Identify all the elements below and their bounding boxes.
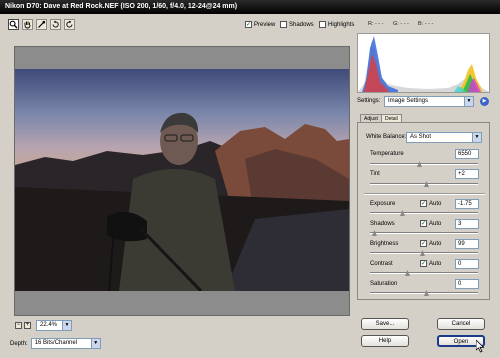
camera-raw-dialog: Nikon D70: Dave at Red Rock.NEF (ISO 200… [0,0,500,358]
brightness-auto-checkbox[interactable]: ✓ Auto [420,240,441,247]
mouse-cursor-icon [476,340,485,353]
shadows-value[interactable]: 3 [455,219,479,229]
rotate-left-icon [52,20,59,28]
contrast-value[interactable]: 0 [455,259,479,269]
help-button[interactable]: Help [361,335,409,347]
temperature-label: Temperature [370,151,404,157]
settings-select[interactable]: Image Settings ▼ [384,96,474,107]
settings-label: Settings: [357,98,381,104]
settings-menu-button[interactable]: ▶ [480,97,489,106]
depth-select[interactable]: 16 Bits/Channel ▼ [30,338,101,349]
exposure-auto-checkbox[interactable]: ✓ Auto [420,200,441,207]
shadows-label: Shadows [370,221,395,227]
rotate-right-icon [66,20,73,28]
preview-checkbox[interactable]: ✓ Preview [245,21,275,28]
slider-thumb[interactable] [424,290,429,296]
arrow-right-icon: ▶ [482,98,487,104]
photo-image [15,112,349,291]
check-icon: ✓ [420,240,427,247]
zoom-tool[interactable] [8,19,19,30]
shadows-label: Shadows [289,21,314,28]
depth-label: Depth: [10,340,28,347]
white-balance-value: As Shot [410,134,432,140]
eyedropper-icon [38,20,46,28]
slider-thumb[interactable] [424,181,429,187]
check-icon: ✓ [420,260,427,267]
settings-row: Settings: Image Settings ▼ ▶ [357,96,490,110]
histogram-graph [358,36,489,92]
settings-value: Image Settings [388,98,429,104]
temperature-value[interactable]: 6550 [455,149,479,159]
eyedropper-tool[interactable] [36,19,47,30]
slider-thumb[interactable] [417,161,422,167]
exposure-slider[interactable] [370,210,478,216]
contrast-auto-checkbox[interactable]: ✓ Auto [420,260,441,267]
check-icon: ✓ [420,200,427,207]
divider [364,193,485,195]
zoom-level-value: 22.4% [40,322,58,328]
saturation-value[interactable]: 0 [455,279,479,289]
image-preview-area[interactable] [14,46,350,316]
brightness-label: Brightness [370,241,399,247]
brightness-value[interactable]: 99 [455,239,479,249]
temperature-slider[interactable] [370,161,478,167]
save-button[interactable]: Save... [361,318,409,330]
brightness-slider[interactable] [370,250,478,256]
photo-preview[interactable] [15,69,349,291]
contrast-slider[interactable] [370,270,478,276]
zoom-out-button[interactable]: − [15,322,22,329]
cancel-button[interactable]: Cancel [437,318,485,330]
rotate-left-button[interactable] [50,19,61,30]
chevron-down-icon: ▼ [62,321,71,330]
histogram [357,33,490,93]
slider-thumb[interactable] [372,230,377,236]
zoom-in-button[interactable]: + [24,322,31,329]
tint-label: Tint [370,171,380,177]
window-title: Nikon D70: Dave at Red Rock.NEF (ISO 200… [0,0,500,14]
hand-tool[interactable] [22,19,33,30]
exposure-label: Exposure [370,201,396,207]
saturation-slider[interactable] [370,290,478,296]
tint-value[interactable]: +2 [455,169,479,179]
chevron-down-icon: ▼ [90,339,100,348]
zoom-icon [9,20,18,29]
exposure-value[interactable]: -1.75 [455,199,479,209]
tint-slider[interactable] [370,181,478,187]
saturation-label: Saturation [370,281,398,287]
white-balance-select[interactable]: As Shot ▼ [406,132,482,143]
zoom-controls: − + 22.4% ▼ [14,320,350,334]
depth-value: 16 Bits/Channel [34,340,78,346]
zoom-level-select[interactable]: 22.4% ▼ [36,320,72,331]
red-readout: R: - - - [368,21,384,27]
rotate-right-button[interactable] [64,19,75,30]
highlights-label: Highlights [328,21,355,28]
adjust-panel: White Balance: As Shot ▼ Temperature 655… [357,122,490,300]
slider-thumb[interactable] [420,250,425,256]
depth-row: Depth: 16 Bits/Channel ▼ [10,338,101,349]
check-icon: ✓ [420,220,427,227]
chevron-down-icon: ▼ [472,133,481,142]
shadows-auto-checkbox[interactable]: ✓ Auto [420,220,441,227]
hand-icon [24,21,31,29]
shadows-checkbox[interactable]: Shadows [280,21,314,28]
contrast-label: Contrast [370,261,393,267]
slider-thumb[interactable] [405,270,410,276]
blue-readout: B: - - - [418,21,434,27]
preview-label: Preview [254,21,276,28]
green-readout: G: - - - [393,21,409,27]
chevron-down-icon: ▼ [464,97,473,106]
slider-thumb[interactable] [400,210,405,216]
white-balance-label: White Balance: [366,134,407,140]
shadows-slider[interactable] [370,230,478,236]
highlights-checkbox[interactable]: Highlights [319,21,354,28]
toolbar: ✓ Preview Shadows Highlights R: - - - G:… [8,17,496,33]
check-icon: ✓ [245,21,252,28]
